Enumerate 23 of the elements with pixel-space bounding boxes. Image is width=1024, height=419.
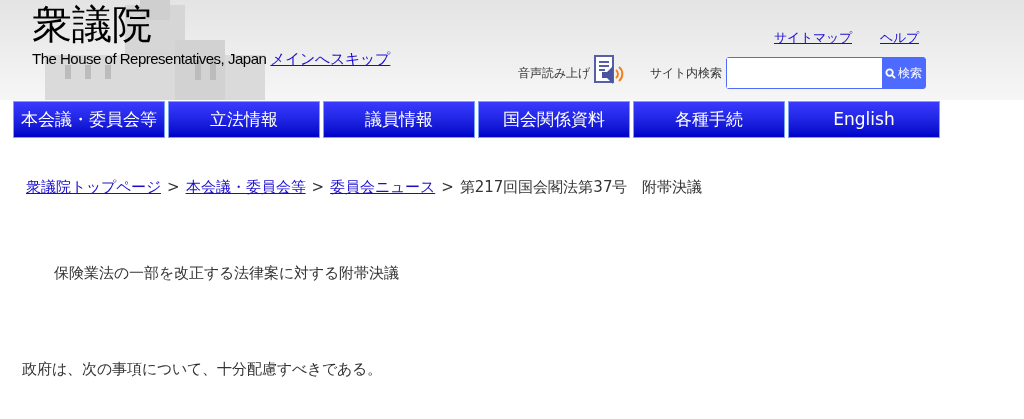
nav-tab[interactable]: 各種手続 bbox=[633, 101, 785, 138]
breadcrumb-link[interactable]: 本会議・委員会等 bbox=[185, 176, 306, 199]
search-label: サイト内検索 bbox=[650, 65, 722, 82]
speaker-icon[interactable] bbox=[592, 54, 624, 86]
body-text: 政府は、次の事項について、十分配慮すべきである。 bbox=[22, 359, 382, 378]
breadcrumb-separator: > bbox=[167, 177, 180, 198]
nav-tab[interactable]: 議員情報 bbox=[323, 101, 475, 138]
header-link[interactable]: ヘルプ bbox=[880, 28, 919, 48]
header-link[interactable]: サイトマップ bbox=[774, 28, 852, 48]
nav-tab[interactable]: 本会議・委員会等 bbox=[13, 101, 165, 138]
breadcrumb-separator: > bbox=[311, 177, 325, 198]
nav-tab[interactable]: 立法情報 bbox=[168, 101, 320, 138]
logo-subtitle: The House of Representatives, Japan bbox=[32, 49, 267, 69]
breadcrumb-separator: > bbox=[441, 177, 454, 198]
breadcrumb-link[interactable]: 委員会ニュース bbox=[330, 176, 436, 199]
page-title: 保険業法の一部を改正する法律案に対する附帯決議 bbox=[54, 263, 399, 282]
breadcrumb-current: 第217回国会閣法第37号 附帯決議 bbox=[459, 177, 703, 198]
speech-label: 音声読み上げ bbox=[518, 65, 590, 82]
logo-title: 衆議院 bbox=[32, 0, 153, 48]
breadcrumb-link[interactable]: 衆議院トップページ bbox=[26, 176, 161, 199]
skip-link[interactable]: メインへスキップ bbox=[270, 48, 391, 71]
nav-tab[interactable]: 国会関係資料 bbox=[478, 101, 630, 138]
nav-tab[interactable]: English bbox=[788, 101, 940, 138]
